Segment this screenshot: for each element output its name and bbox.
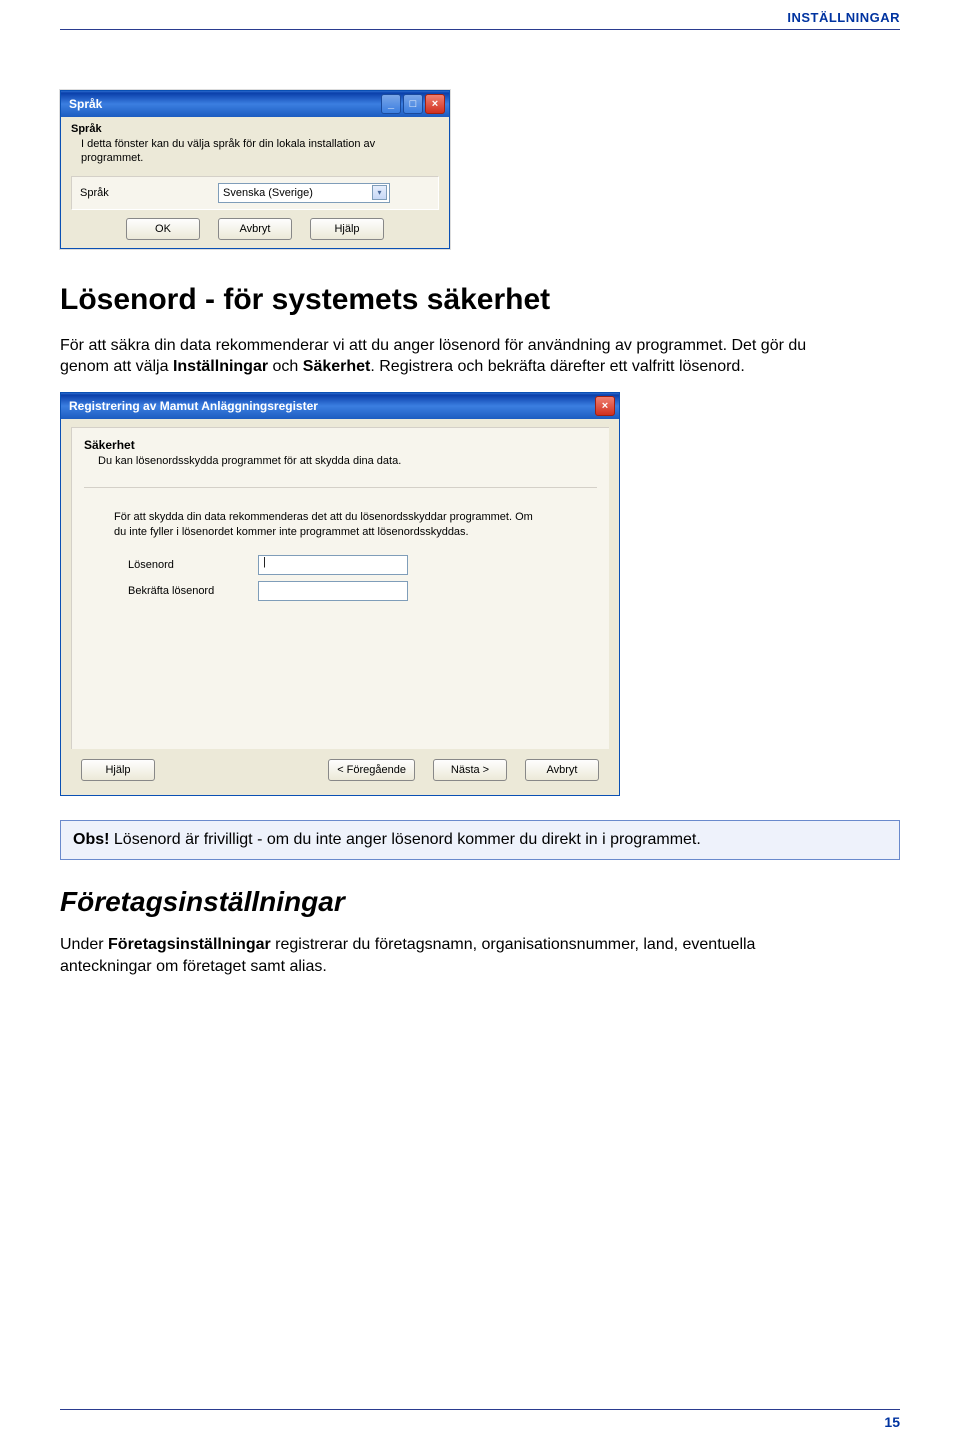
ok-button[interactable]: OK	[126, 218, 200, 240]
section-heading-losenord: Lösenord - för systemets säkerhet	[60, 283, 900, 317]
security-subdesc: Du kan lösenordsskydda programmet för at…	[84, 455, 597, 467]
section2-paragraph: Under Företagsinställningar registrerar …	[60, 934, 820, 977]
cancel-button[interactable]: Avbryt	[218, 218, 292, 240]
minimize-button[interactable]: _	[381, 94, 401, 114]
prev-button[interactable]: < Föregående	[328, 759, 415, 781]
titlebar[interactable]: Språk _ □ ×	[61, 91, 449, 117]
next-button[interactable]: Nästa >	[433, 759, 507, 781]
close-button[interactable]: ×	[595, 396, 615, 416]
page-number: 15	[884, 1414, 900, 1430]
section-paragraph: För att säkra din data rekommenderar vi …	[60, 335, 820, 378]
cancel-button[interactable]: Avbryt	[525, 759, 599, 781]
titlebar-title: Språk	[69, 97, 381, 111]
chevron-down-icon[interactable]: ▾	[372, 185, 387, 200]
field-label-sprak: Språk	[80, 187, 210, 199]
password-label: Lösenord	[128, 559, 258, 571]
note-box: Obs! Lösenord är frivilligt - om du inte…	[60, 820, 900, 860]
security-heading: Säkerhet	[84, 438, 597, 452]
titlebar-title: Registrering av Mamut Anläggningsregiste…	[69, 399, 595, 413]
page-header: INSTÄLLNINGAR	[60, 10, 900, 30]
dialog-description: I detta fönster kan du välja språk för d…	[71, 137, 439, 166]
registrering-dialog: Registrering av Mamut Anläggningsregiste…	[60, 392, 620, 797]
maximize-button[interactable]: □	[403, 94, 423, 114]
security-body-text: För att skydda din data rekommenderas de…	[114, 510, 534, 540]
help-button[interactable]: Hjälp	[310, 218, 384, 240]
close-button[interactable]: ×	[425, 94, 445, 114]
titlebar[interactable]: Registrering av Mamut Anläggningsregiste…	[61, 393, 619, 419]
combo-value: Svenska (Sverige)	[223, 187, 313, 199]
page-footer: 15	[60, 1409, 900, 1430]
section-heading-foretagsinstallningar: Företagsinställningar	[60, 886, 900, 918]
confirm-password-label: Bekräfta lösenord	[128, 585, 258, 597]
note-prefix: Obs!	[73, 831, 109, 848]
dialog-heading: Språk	[71, 123, 439, 135]
language-combo[interactable]: Svenska (Sverige) ▾	[218, 183, 390, 203]
help-button[interactable]: Hjälp	[81, 759, 155, 781]
password-input[interactable]: |	[258, 555, 408, 575]
note-text: Lösenord är frivilligt - om du inte ange…	[109, 831, 700, 848]
confirm-password-input[interactable]	[258, 581, 408, 601]
sprak-dialog: Språk _ □ × Språk I detta fönster kan du…	[60, 90, 450, 249]
